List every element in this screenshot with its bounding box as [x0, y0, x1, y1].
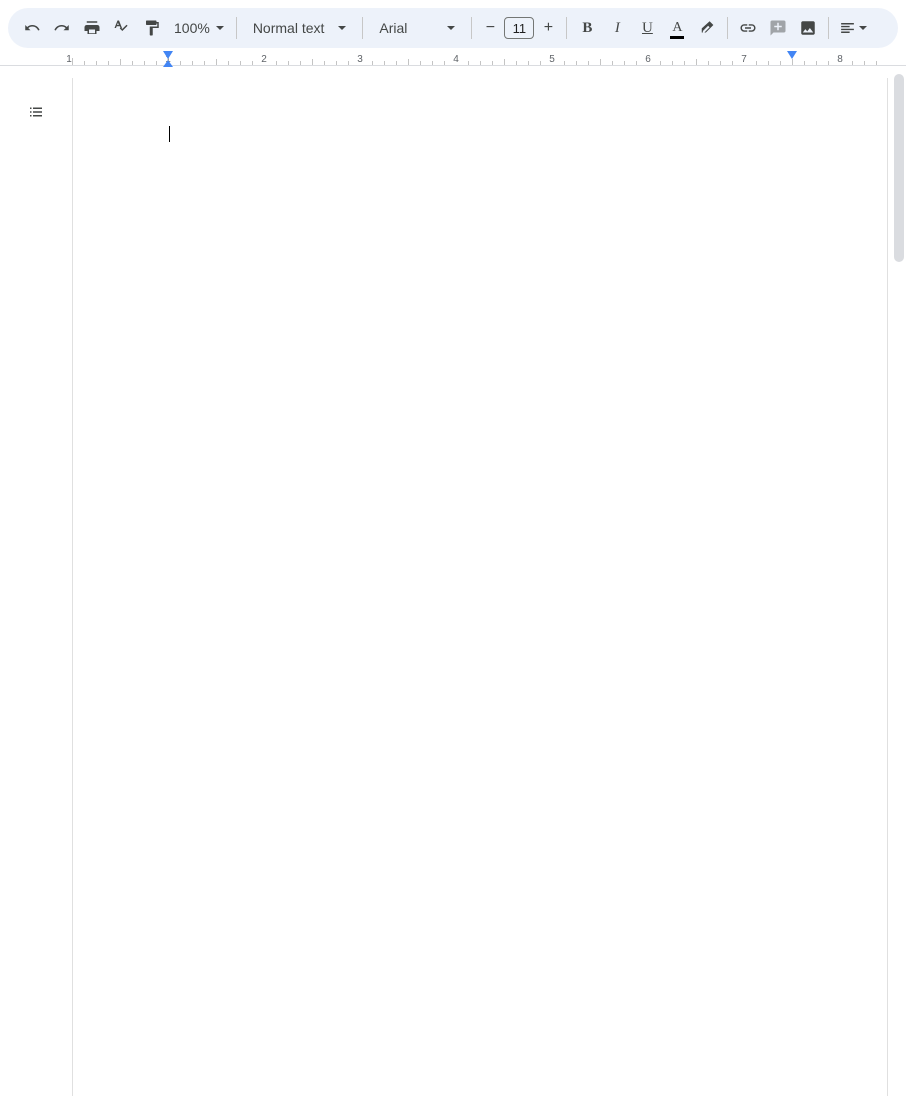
- add-comment-button[interactable]: [764, 14, 792, 42]
- separator: [566, 17, 567, 39]
- font-value: Arial: [379, 20, 407, 36]
- ruler[interactable]: 112345678: [0, 51, 906, 69]
- document-page[interactable]: [72, 78, 888, 1096]
- separator: [828, 17, 829, 39]
- underline-button[interactable]: U: [633, 14, 661, 42]
- paragraph-style-select[interactable]: Normal text: [243, 20, 357, 36]
- decrease-font-button[interactable]: −: [478, 16, 502, 40]
- left-gutter: [0, 78, 72, 556]
- insert-image-button[interactable]: [794, 14, 822, 42]
- print-button[interactable]: [78, 14, 106, 42]
- chevron-down-icon: [859, 26, 867, 30]
- separator: [362, 17, 363, 39]
- text-cursor: [169, 126, 170, 142]
- toolbar: 100% Normal text Arial − 11 + B I U A: [8, 8, 898, 48]
- undo-button[interactable]: [18, 14, 46, 42]
- scrollbar-thumb[interactable]: [894, 74, 904, 262]
- align-button[interactable]: [835, 14, 871, 42]
- font-size-input[interactable]: 11: [504, 17, 534, 39]
- chevron-down-icon: [338, 26, 346, 30]
- separator: [727, 17, 728, 39]
- vertical-scrollbar[interactable]: [894, 68, 904, 552]
- zoom-value: 100%: [174, 20, 210, 36]
- increase-font-button[interactable]: +: [536, 16, 560, 40]
- italic-button[interactable]: I: [603, 14, 631, 42]
- style-value: Normal text: [253, 20, 325, 36]
- bold-button[interactable]: B: [573, 14, 601, 42]
- redo-button[interactable]: [48, 14, 76, 42]
- separator: [471, 17, 472, 39]
- font-size-group: − 11 +: [478, 16, 560, 40]
- chevron-down-icon: [447, 26, 455, 30]
- highlight-button[interactable]: [693, 14, 721, 42]
- insert-link-button[interactable]: [734, 14, 762, 42]
- outline-button[interactable]: [22, 98, 50, 126]
- separator: [236, 17, 237, 39]
- paint-format-button[interactable]: [138, 14, 166, 42]
- zoom-select[interactable]: 100%: [168, 20, 230, 36]
- text-color-button[interactable]: A: [663, 14, 691, 42]
- chevron-down-icon: [216, 26, 224, 30]
- font-select[interactable]: Arial: [369, 20, 465, 36]
- spellcheck-button[interactable]: [108, 14, 136, 42]
- workspace: [0, 78, 906, 556]
